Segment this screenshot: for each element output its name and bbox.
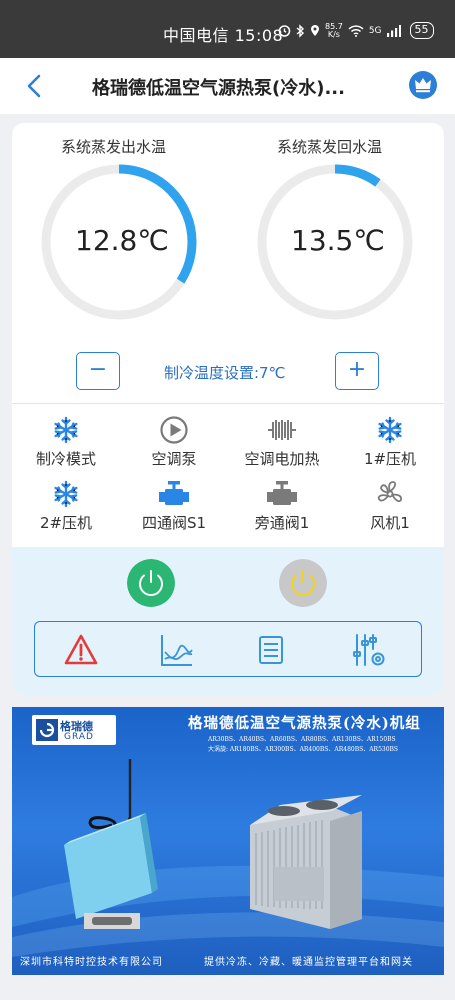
signal-bars-icon [386, 24, 401, 37]
crown-icon[interactable] [409, 71, 437, 99]
bluetooth-icon [296, 23, 305, 38]
wifi-icon [348, 24, 364, 37]
power-on-button[interactable] [127, 559, 175, 607]
setpoint-text: 制冷温度设置:7℃ [164, 364, 286, 382]
banner-title: 格瑞德低温空气源热泵(冷水)机组 [188, 715, 421, 732]
carrier-time: 中国电信 15:08 [163, 26, 284, 45]
status-compressor-2: 2#压机 [16, 480, 116, 533]
fan-icon [377, 481, 402, 503]
snowflake-icon [378, 416, 402, 444]
function-toolbar [34, 621, 422, 677]
banner-slogan: 提供冷冻、冷藏、暖通监控管理平台和网关 [204, 957, 413, 968]
status-icons: 85.7 K/s 5G 55 [278, 22, 434, 39]
status-ac-heater: 空调电加热 [232, 416, 332, 469]
page-title: 格瑞德低温空气源热泵(冷水)... [92, 78, 345, 99]
net-speed: 85.7 K/s [325, 21, 343, 39]
list-icon[interactable] [253, 632, 289, 668]
banner-company: 深圳市科特时控技术有限公司 [20, 957, 163, 968]
power-off-button[interactable] [279, 559, 327, 607]
status-cooling-mode: 制冷模式 [16, 416, 116, 469]
status-bar: 中国电信 15:08 85.7 K/s 5G 55 [0, 0, 455, 58]
heater-icon [268, 420, 296, 440]
decrease-temp-button[interactable]: − [76, 352, 120, 390]
battery-indicator: 55 [409, 22, 434, 39]
nav-bar: 格瑞德低温空气源热泵(冷水)... [0, 58, 455, 114]
divider [12, 403, 444, 404]
settings-sliders-icon[interactable] [351, 632, 387, 668]
snowflake-icon [54, 416, 78, 444]
outlet-temp-value: 12.8℃ [75, 224, 169, 257]
status-compressor-1: 1#压机 [340, 416, 440, 469]
status-bypass-valve: 旁通阀1 [232, 480, 332, 533]
gauge-label-outlet: 系统蒸发出水温 [61, 138, 167, 156]
logo-sub: GRAD [64, 732, 94, 742]
increase-temp-button[interactable]: + [335, 352, 379, 390]
alarm-clock-icon [278, 25, 291, 37]
gauge-label-return: 系统蒸发回水温 [277, 138, 383, 156]
brand-logo: 格瑞德 GRAD [32, 715, 116, 745]
product-banner[interactable]: 格瑞德 GRAD 格瑞德低温空气源热泵(冷水)机组 AR30BS、AR40BS、… [12, 707, 444, 975]
trend-chart-icon[interactable] [159, 632, 195, 668]
status-four-way-valve: 四通阀S1 [124, 480, 224, 533]
location-icon [311, 25, 319, 36]
banner-models: AR30BS、AR40BS、AR60BS、AR80BS、AR130BS、AR15… [208, 736, 399, 753]
return-temp-value: 13.5℃ [291, 224, 385, 257]
status-fan-1: 风机1 [340, 480, 440, 533]
snowflake-icon [54, 480, 78, 508]
main-card: 系统蒸发出水温 12.8℃ 系统蒸发回水温 13.5℃ − 制冷温度设置:7℃ … [12, 123, 444, 695]
valve-icon [159, 481, 189, 505]
pump-icon [160, 416, 188, 444]
grad-logo-icon [36, 719, 58, 741]
signal-label: 5G [368, 25, 382, 36]
back-arrow-icon[interactable] [22, 72, 46, 100]
alarm-icon[interactable] [63, 632, 99, 668]
status-ac-pump: 空调泵 [124, 416, 224, 469]
valve-icon [267, 481, 297, 505]
